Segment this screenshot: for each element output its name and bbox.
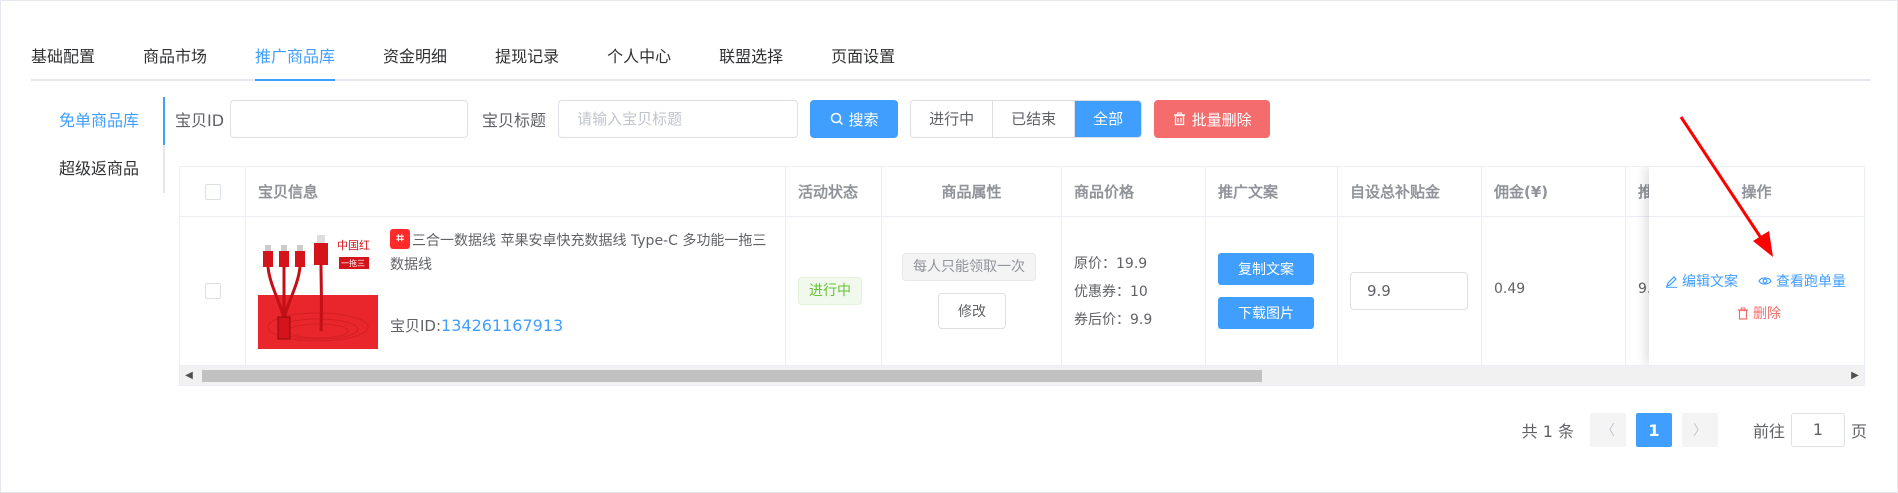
header-status: 活动状态 [786,167,882,217]
cable-product-image: 中国红 一拖三 [258,231,378,349]
edit-icon [1666,275,1677,288]
side-menu: 免单商品库 超级返商品 [31,97,165,193]
image-sub-text: 一拖三 [341,258,365,268]
product-id-line: 宝贝ID:134261167913 [390,315,563,336]
price-coupon: 优惠券：10 [1074,284,1148,300]
product-id-link[interactable]: 134261167913 [441,316,563,335]
view-orders-label: 查看跑单量 [1776,274,1846,290]
scrollbar-thumb[interactable] [202,370,1262,382]
product-title-block: ⌗ 三合一数据线 苹果安卓快充数据线 Type-C 多功能一拖三数据线 [390,229,780,277]
tmall-badge-icon: ⌗ [390,229,410,249]
status-badge: 进行中 [798,277,862,305]
trash-icon [1738,307,1748,320]
prev-page-button[interactable]: 〈 [1589,413,1626,447]
filter-bar: 宝贝ID 宝贝标题 搜索 进行中 已结束 全部 批量删除 [175,99,1271,139]
table-row: 中国红 一拖三 ⌗ 三合一数据线 苹果安卓快充数据线 Type-C 多功能一拖三数… [180,217,1864,365]
trash-icon [1173,112,1185,126]
price-cell: 原价：19.9 优惠券：10 券后价：9.9 [1062,217,1206,365]
status-ongoing[interactable]: 进行中 [911,101,994,137]
modify-button[interactable]: 修改 [938,293,1006,329]
top-tab-bar: 基础配置 商品市场 推广商品库 资金明细 提现记录 个人中心 联盟选择 页面设置 [31,35,1871,81]
side-item-free-products[interactable]: 免单商品库 [31,97,165,145]
search-button-label: 搜索 [848,110,879,129]
page-root: 基础配置 商品市场 推广商品库 资金明细 提现记录 个人中心 联盟选择 页面设置… [0,0,1898,493]
subsidy-input[interactable]: 9.9 [1350,272,1468,310]
delete-label: 删除 [1753,306,1781,322]
status-segment: 进行中 已结束 全部 [910,100,1143,138]
id-input[interactable] [230,100,469,138]
attribute-cell: 每人只能领取一次 修改 [882,217,1062,365]
delete-link[interactable]: 删除 [1737,303,1781,323]
header-select-cell [180,167,246,217]
status-all[interactable]: 全部 [1075,101,1142,137]
id-label: 宝贝ID [175,111,225,130]
side-item-super-rebate[interactable]: 超级返商品 [31,145,165,193]
total-count: 共 1 条 [1521,422,1574,441]
tab-promo-library[interactable]: 推广商品库 [255,35,336,81]
edit-copy-link[interactable]: 编辑文案 [1665,271,1738,291]
price-original: 原价：19.9 [1074,256,1148,272]
scroll-left-arrow-icon[interactable]: ◀ [180,366,198,385]
download-image-button[interactable]: 下载图片 [1218,297,1314,329]
batch-delete-label: 批量删除 [1191,110,1252,129]
chevron-left-icon: 〈 [1600,423,1615,439]
subsidy-cell: 9.9 [1338,217,1482,365]
header-product-info: 宝贝信息 [246,167,786,217]
select-all-checkbox[interactable] [205,184,221,200]
attribute-tag: 每人只能领取一次 [902,253,1036,281]
table-header: 宝贝信息 活动状态 商品属性 商品价格 推广文案 自设总补贴金 佣金(¥) 推 [180,167,1864,217]
eye-icon [1758,277,1772,285]
copy-text-button[interactable]: 复制文案 [1218,253,1314,285]
title-label: 宝贝标题 [482,111,547,130]
commission-cell: 0.49 [1482,217,1626,365]
header-attribute: 商品属性 [882,167,1062,217]
row-checkbox[interactable] [205,283,221,299]
tab-fund-details[interactable]: 资金明细 [383,35,447,79]
copywriting-cell: 复制文案 下载图片 [1206,217,1338,365]
tab-alliance-select[interactable]: 联盟选择 [719,35,783,79]
scroll-right-arrow-icon[interactable]: ▶ [1846,366,1864,385]
tab-product-market[interactable]: 商品市场 [143,35,207,79]
chevron-right-icon: 〉 [1692,423,1707,439]
batch-delete-button[interactable]: 批量删除 [1154,100,1271,138]
tab-withdraw-records[interactable]: 提现记录 [495,35,559,79]
horizontal-scrollbar[interactable]: ◀ ▶ [180,365,1864,385]
product-image[interactable]: 中国红 一拖三 [258,231,378,349]
header-subsidy: 自设总补贴金 [1338,167,1482,217]
product-info-cell: 中国红 一拖三 ⌗ 三合一数据线 苹果安卓快充数据线 Type-C 多功能一拖三数… [246,217,786,365]
header-commission: 佣金(¥) [1482,167,1626,217]
search-button[interactable]: 搜索 [810,100,899,138]
next-page-button[interactable]: 〉 [1681,413,1718,447]
goto-label: 前往 [1752,422,1785,441]
row-select-cell [180,217,246,365]
header-price: 商品价格 [1062,167,1206,217]
status-cell: 进行中 [786,217,882,365]
page-suffix: 页 [1850,422,1867,441]
goto-page-input[interactable]: 1 [1790,413,1845,447]
image-brand-text: 中国红 [337,239,370,252]
view-orders-link[interactable]: 查看跑单量 [1758,271,1846,291]
commission-value: 0.49 [1494,281,1526,297]
price-after-coupon: 券后价：9.9 [1074,312,1153,328]
tab-page-settings[interactable]: 页面设置 [831,35,895,79]
page-number-button[interactable]: 1 [1635,413,1672,447]
header-copywriting: 推广文案 [1206,167,1338,217]
tab-personal-center[interactable]: 个人中心 [607,35,671,79]
product-id-label: 宝贝ID: [390,317,442,335]
search-icon [830,112,843,126]
edit-copy-label: 编辑文案 [1682,274,1738,290]
annotation-arrow-icon [1679,116,1773,257]
tab-basic-config[interactable]: 基础配置 [31,35,95,79]
status-ended[interactable]: 已结束 [993,101,1076,137]
pagination: 共 1 条 〈 1 〉 前往 1 页 [1522,413,1867,447]
title-input[interactable] [558,100,799,138]
product-title: 三合一数据线 苹果安卓快充数据线 Type-C 多功能一拖三数据线 [390,233,767,273]
product-table: 宝贝信息 活动状态 商品属性 商品价格 推广文案 自设总补贴金 佣金(¥) 推 [179,166,1865,386]
